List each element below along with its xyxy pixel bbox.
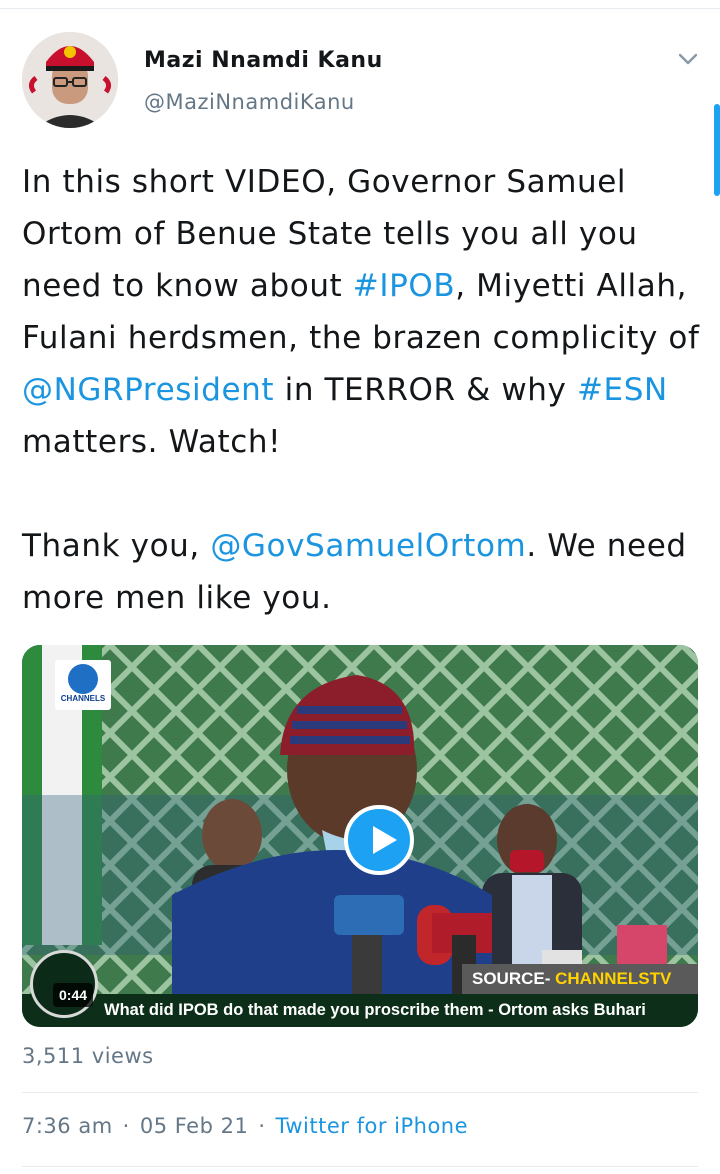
hashtag-esn-link[interactable]: #ESN — [577, 372, 668, 408]
avatar[interactable] — [22, 32, 118, 128]
mention-govsamuelortom-link[interactable]: @GovSamuelOrtom — [210, 528, 526, 564]
divider — [22, 1092, 698, 1093]
tweet-text-segment: Thank you, — [22, 528, 211, 564]
channel-logo-text: CHANNELS — [60, 694, 106, 703]
hashtag-ipob-link[interactable]: #IPOB — [353, 268, 455, 304]
video-source-name: CHANNELSTV — [555, 969, 672, 988]
user-handle[interactable]: @MaziNnamdiKanu — [144, 90, 355, 114]
display-name[interactable]: Mazi Nnamdi Kanu — [144, 48, 383, 73]
video-caption: What did IPOB do that made you proscribe… — [22, 994, 698, 1027]
tweet-text-segment: matters. Watch! — [22, 424, 282, 460]
tweet-client-link[interactable]: Twitter for iPhone — [276, 1114, 469, 1138]
tweet-metadata: 7:36 am · 05 Feb 21 · Twitter for iPhone — [22, 1114, 468, 1138]
chevron-down-icon[interactable] — [676, 50, 700, 68]
tweet-date[interactable]: 05 Feb 21 — [140, 1114, 248, 1138]
separator-dot: · — [258, 1114, 266, 1138]
tweet-text: In this short VIDEO, Governor Samuel Ort… — [22, 156, 702, 624]
globe-icon — [68, 664, 98, 694]
bottom-divider — [22, 1166, 698, 1167]
tweet-text-segment: in TERROR & why — [274, 372, 577, 408]
mention-ngrpresident-link[interactable]: @NGRPresident — [22, 372, 274, 408]
video-duration: 0:44 — [53, 983, 94, 1007]
video-source-label: SOURCE- CHANNELSTV — [462, 964, 698, 994]
scroll-indicator[interactable] — [714, 104, 720, 196]
tweet-time[interactable]: 7:36 am — [22, 1114, 113, 1138]
tweet-paragraph-2: Thank you, @GovSamuelOrtom. We need more… — [22, 520, 702, 624]
play-icon[interactable] — [344, 805, 414, 875]
top-divider — [0, 8, 720, 9]
separator-dot: · — [122, 1114, 130, 1138]
view-count: 3,511 views — [22, 1044, 154, 1068]
channel-logo: CHANNELS — [55, 660, 111, 710]
tweet-paragraph-1: In this short VIDEO, Governor Samuel Ort… — [22, 156, 702, 468]
video-player[interactable]: CHANNELS SOURCE- CHANNELSTV What did IPO… — [22, 645, 698, 1027]
video-source-prefix: SOURCE- — [472, 969, 556, 988]
